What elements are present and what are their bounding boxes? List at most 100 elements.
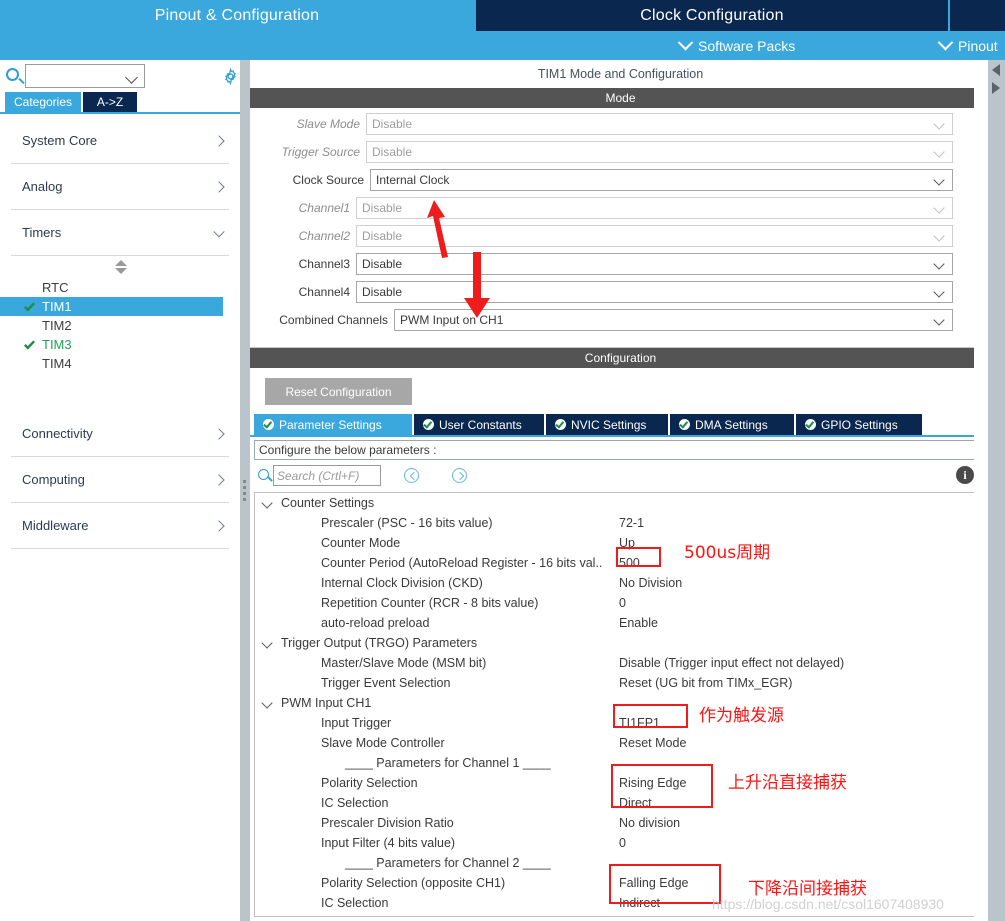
param-name-counter-mode: Counter Mode (321, 536, 401, 550)
scroll-left-arrow-icon[interactable] (992, 64, 1000, 76)
sidebar-search-combo[interactable] (25, 64, 145, 88)
param-value-counter-period: 500 (619, 556, 640, 570)
param-value-counter-mode: Up (619, 536, 635, 550)
gear-icon[interactable] (222, 68, 239, 85)
param-row-polarity-selection-ch2[interactable]: Polarity Selection (opposite CH1) Fallin… (255, 873, 986, 893)
mode-value-slave-mode: Disable (372, 117, 413, 131)
parameter-list: Counter Settings Prescaler (PSC - 16 bit… (254, 492, 987, 917)
chevron-down-icon (933, 286, 945, 298)
sidebar-item-tim2-label: TIM2 (42, 318, 72, 333)
tab-gpio-settings[interactable]: GPIO Settings (796, 414, 922, 435)
tab-dma-settings[interactable]: DMA Settings (670, 414, 794, 435)
chevron-down-icon (125, 71, 138, 84)
window-scrollbar[interactable] (988, 60, 1005, 921)
tab-clock-configuration[interactable]: Clock Configuration (476, 0, 948, 31)
reset-configuration-button[interactable]: Reset Configuration (265, 378, 412, 405)
sidebar-item-tim2[interactable]: TIM2 (0, 316, 240, 335)
sidebar-group-system-core[interactable]: System Core (11, 118, 229, 164)
param-row-prescaler[interactable]: Prescaler (PSC - 16 bits value) 72-1 (255, 513, 986, 533)
param-group-counter-settings[interactable]: Counter Settings (255, 493, 986, 513)
sidebar-group-analog[interactable]: Analog (11, 164, 229, 210)
param-group-trigger-output[interactable]: Trigger Output (TRGO) Parameters (255, 633, 986, 653)
tab-user-constants[interactable]: User Constants (414, 414, 544, 435)
mode-dropdown-channel2[interactable]: Disable (356, 225, 953, 247)
tab-parameter-settings[interactable]: Parameter Settings (254, 414, 412, 435)
param-row-polarity-selection-ch1[interactable]: Polarity Selection Rising Edge (255, 773, 986, 793)
param-row-repetition-counter[interactable]: Repetition Counter (RCR - 8 bits value) … (255, 593, 986, 613)
param-name-slave-mode-controller: Slave Mode Controller (321, 736, 445, 750)
sidebar-item-rtc[interactable]: RTC (0, 278, 240, 297)
param-row-counter-period[interactable]: Counter Period (AutoReload Register - 16… (255, 553, 986, 573)
search-next-button[interactable] (452, 468, 467, 483)
param-separator-channel1: ____ Parameters for Channel 1 ____ (255, 753, 986, 773)
spinner-down-icon[interactable] (115, 268, 127, 274)
tab-pinout-configuration[interactable]: Pinout & Configuration (0, 0, 474, 31)
menu-software-packs[interactable]: Software Packs (677, 31, 795, 60)
sidebar-group-system-core-label: System Core (22, 133, 98, 148)
param-row-prescaler-division-ratio[interactable]: Prescaler Division Ratio No division (255, 813, 986, 833)
search-prev-button[interactable] (404, 468, 419, 483)
mode-dropdown-channel1[interactable]: Disable (356, 197, 953, 219)
annotation-text-period: 500us周期 (684, 543, 771, 563)
param-row-counter-mode[interactable]: Counter Mode Up (255, 533, 986, 553)
timer-list-spinner[interactable] (0, 256, 240, 278)
param-value-prescaler-division-ratio: No division (619, 816, 681, 830)
check-circle-icon (263, 419, 274, 430)
param-value-ic-selection-ch2: Indirect (619, 896, 660, 910)
mode-row-combined-channels: Combined Channels PWM Input on CH1 (250, 308, 991, 332)
param-row-master-slave-mode[interactable]: Master/Slave Mode (MSM bit) Disable (Tri… (255, 653, 986, 673)
mode-label-channel2: Channel2 (298, 229, 350, 243)
mode-value-channel4: Disable (362, 285, 403, 299)
chevron-down-icon (677, 34, 694, 51)
mode-row-channel1: Channel1 Disable (250, 196, 991, 220)
mode-dropdown-combined-channels[interactable]: PWM Input on CH1 (394, 309, 953, 331)
param-row-internal-clock-division[interactable]: Internal Clock Division (CKD) No Divisio… (255, 573, 986, 593)
spinner-up-icon[interactable] (115, 260, 127, 266)
sidebar-tab-a-to-z[interactable]: A->Z (83, 92, 137, 113)
param-row-auto-reload-preload[interactable]: auto-reload preload Enable (255, 613, 986, 633)
chevron-right-icon (213, 519, 225, 532)
secondary-menu-bar: Software Packs Pinout (0, 31, 1005, 60)
param-row-slave-mode-controller[interactable]: Slave Mode Controller Reset Mode (255, 733, 986, 753)
sidebar-item-tim4[interactable]: TIM4 (0, 354, 240, 373)
sidebar-group-connectivity[interactable]: Connectivity (11, 411, 229, 457)
info-icon[interactable]: i (956, 466, 974, 484)
param-row-input-trigger[interactable]: Input Trigger TI1FP1 (255, 713, 986, 733)
sidebar-item-rtc-label: RTC (42, 280, 69, 295)
param-name-input-filter: Input Filter (4 bits value) (321, 836, 456, 850)
sidebar-group-timers[interactable]: Timers (11, 210, 229, 256)
mode-section-header: Mode (250, 88, 991, 108)
mode-value-trigger-source: Disable (372, 145, 413, 159)
param-group-pwm-input-ch1[interactable]: PWM Input CH1 (255, 693, 986, 713)
mode-value-combined-channels: PWM Input on CH1 (400, 313, 504, 327)
param-row-ic-selection-ch1[interactable]: IC Selection Direct (255, 793, 986, 813)
mode-dropdown-channel4[interactable]: Disable (356, 281, 953, 303)
mode-dropdown-clock-source[interactable]: Internal Clock (370, 169, 953, 191)
menu-pinout[interactable]: Pinout (937, 31, 998, 60)
mode-dropdown-slave-mode[interactable]: Disable (366, 113, 953, 135)
param-name-ic-selection-ch1: IC Selection (321, 796, 389, 810)
sidebar-item-tim3[interactable]: TIM3 (0, 335, 240, 354)
configure-hint: Configure the below parameters : (254, 440, 987, 460)
panel-splitter[interactable] (240, 60, 250, 921)
scroll-right-arrow-icon[interactable] (992, 82, 1000, 94)
sidebar-item-tim1[interactable]: TIM1 (0, 297, 223, 316)
param-row-trigger-event-selection[interactable]: Trigger Event Selection Reset (UG bit fr… (255, 673, 986, 693)
parameter-search-input[interactable]: Search (Crtl+F) (273, 465, 381, 486)
tab-nvic-settings[interactable]: NVIC Settings (546, 414, 668, 435)
param-row-input-filter[interactable]: Input Filter (4 bits value) 0 (255, 833, 986, 853)
mode-dropdown-channel3[interactable]: Disable (356, 253, 953, 275)
param-name-polarity-selection-ch2: Polarity Selection (opposite CH1) (321, 876, 506, 890)
sidebar-tab-categories[interactable]: Categories (5, 92, 81, 113)
param-name-ic-selection-ch2: IC Selection (321, 896, 389, 910)
mode-row-channel4: Channel4 Disable (250, 280, 991, 304)
param-name-master-slave-mode: Master/Slave Mode (MSM bit) (321, 656, 487, 670)
check-circle-icon (805, 419, 816, 430)
sidebar-group-computing[interactable]: Computing (11, 457, 229, 503)
param-value-internal-clock-division: No Division (619, 576, 683, 590)
mode-dropdown-trigger-source[interactable]: Disable (366, 141, 953, 163)
chevron-down-icon (213, 225, 225, 237)
sidebar-group-middleware[interactable]: Middleware (11, 503, 229, 549)
annotation-text-rising-edge: 上升沿直接捕获 (728, 773, 847, 793)
